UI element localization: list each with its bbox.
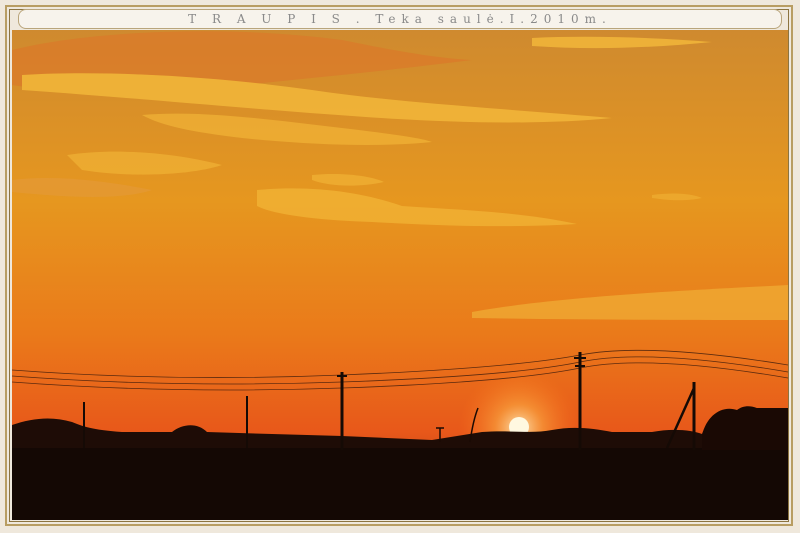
ground: [12, 448, 788, 520]
caption-bar: T R A U P I S . Teka saulė.I.2010m.: [18, 9, 782, 29]
sunset-photo: [12, 30, 788, 520]
building-right: [752, 408, 788, 438]
picture-frame: T R A U P I S . Teka saulė.I.2010m.: [0, 0, 800, 533]
sunset-scene: [12, 30, 788, 520]
caption-text: T R A U P I S . Teka saulė.I.2010m.: [188, 12, 612, 26]
